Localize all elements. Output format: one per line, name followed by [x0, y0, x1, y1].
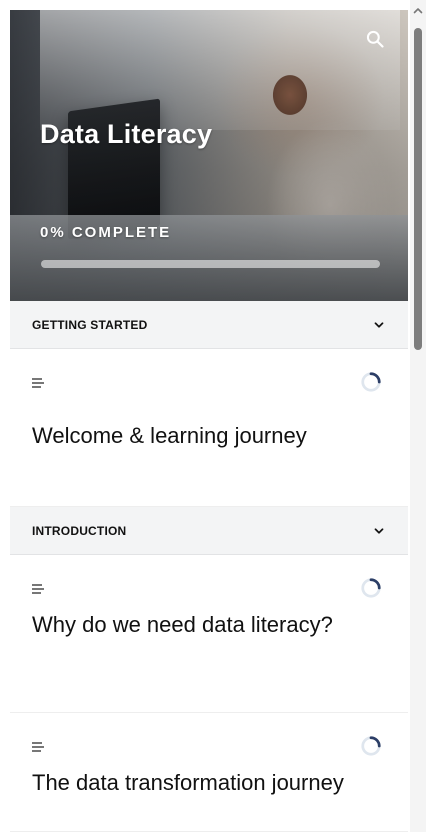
- section-header-getting-started[interactable]: GETTING STARTED: [10, 301, 408, 349]
- section-title: GETTING STARTED: [32, 317, 148, 332]
- lesson-title: Welcome & learning journey: [32, 423, 307, 448]
- progress-spinner-icon: [360, 577, 382, 599]
- scrollbar[interactable]: [410, 0, 426, 832]
- course-hero: Data Literacy 0% COMPLETE: [10, 10, 408, 301]
- lesson-title: Why do we need data literacy?: [32, 612, 333, 637]
- lesson-title: The data transformation journey: [32, 770, 344, 795]
- search-icon: [366, 30, 384, 48]
- progress-spinner-icon: [360, 735, 382, 757]
- lines-icon: [32, 741, 46, 753]
- scrollbar-thumb[interactable]: [414, 28, 422, 350]
- hero-overlay: [10, 10, 408, 301]
- lesson-item-data-transformation-journey[interactable]: The data transformation journey: [10, 713, 408, 832]
- lines-icon: [32, 583, 46, 595]
- chevron-down-icon[interactable]: [370, 522, 388, 540]
- lines-icon: [32, 377, 46, 389]
- lesson-item-welcome[interactable]: Welcome & learning journey: [10, 349, 408, 507]
- section-header-introduction[interactable]: INTRODUCTION: [10, 507, 408, 555]
- lesson-item-why-data-literacy[interactable]: Why do we need data literacy?: [10, 555, 408, 713]
- search-button[interactable]: [360, 24, 390, 54]
- section-title: INTRODUCTION: [32, 523, 127, 538]
- course-progress-text: 0% COMPLETE: [40, 224, 172, 241]
- course-title: Data Literacy: [40, 119, 213, 149]
- progress-spinner-icon: [360, 371, 382, 393]
- app-window: Data Literacy 0% COMPLETE GETTING STARTE…: [0, 0, 426, 832]
- course-content: Data Literacy 0% COMPLETE GETTING STARTE…: [0, 0, 410, 832]
- scroll-up-arrow-icon[interactable]: [413, 6, 423, 16]
- course-progress-bar: [41, 260, 380, 268]
- chevron-down-icon[interactable]: [370, 316, 388, 334]
